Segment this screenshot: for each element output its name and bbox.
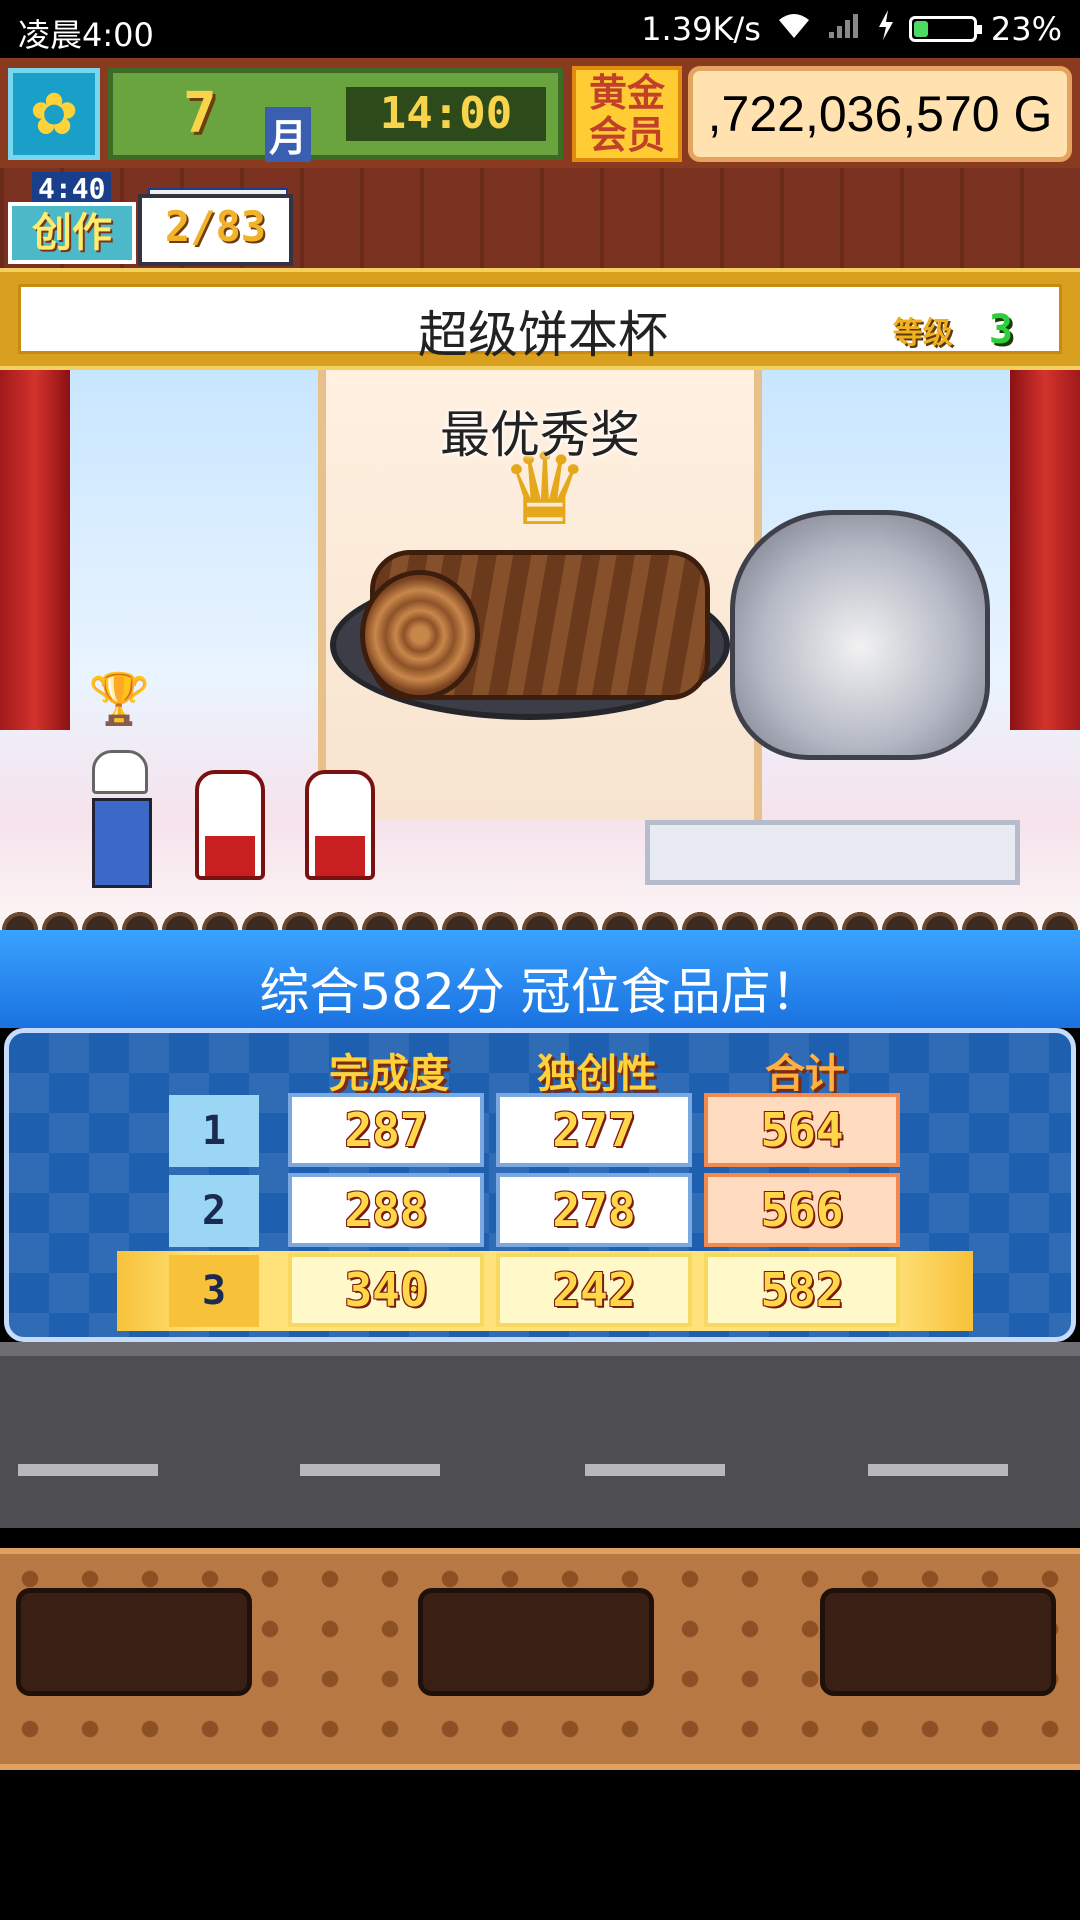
network-speed: 1.39K/s (641, 10, 761, 48)
score-cell: 287 (288, 1093, 484, 1167)
month-number: 7 (183, 81, 217, 146)
contest-banner-inner: 超级饼本杯 等级 3 (18, 284, 1062, 364)
award-title: 最优秀奖 (440, 406, 640, 464)
judge-character (305, 770, 375, 880)
gold-member-badge[interactable]: 黄金会员 (572, 66, 682, 162)
date-panel[interactable]: 7 月 14:00 (108, 68, 563, 162)
charging-icon (877, 10, 895, 48)
road-dash (868, 1464, 1008, 1476)
status-right: 1.39K/s 23% (641, 10, 1062, 48)
total-cell: 564 (704, 1093, 900, 1167)
wifi-icon (775, 10, 813, 48)
level-label: 等级 (892, 316, 953, 351)
header-originality: 独创性 (537, 1051, 657, 1097)
total-cell: 582 (704, 1253, 900, 1327)
rank-2: 2 (169, 1175, 259, 1247)
score-board: 完成度 独创性 合计 1 287 277 564 2 288 278 566 3… (4, 1028, 1076, 1342)
status-time: 凌晨4:00 (18, 16, 154, 54)
judge-character (195, 770, 265, 880)
game-clock: 14:00 (346, 87, 546, 141)
chef-character (92, 750, 152, 910)
score-cell: 242 (496, 1253, 692, 1327)
creation-count: 2/83 (138, 194, 293, 266)
month-label: 月 (265, 107, 312, 162)
creation-timer: 4:40 (32, 172, 112, 205)
award-stage: ♛ 🏆 最优秀奖 (0, 370, 1080, 930)
result-summary: 综合582分 冠位食品店！ (259, 963, 821, 1021)
contest-level: 等级 3 (893, 307, 1013, 353)
creation-label: 创作 (8, 202, 136, 264)
robot-mascot (730, 510, 990, 760)
score-cell: 278 (496, 1173, 692, 1247)
menu-button-right[interactable] (820, 1588, 1056, 1696)
level-value: 3 (988, 307, 1013, 353)
rank-1: 1 (169, 1095, 259, 1167)
menu-button-left[interactable] (16, 1588, 252, 1696)
header-total: 合计 (765, 1051, 845, 1097)
creation-widget[interactable]: 4:40 创作 2/83 (8, 172, 293, 267)
judge-table (645, 820, 1020, 885)
score-cell: 277 (496, 1093, 692, 1167)
chef-hat (92, 750, 148, 794)
header-completion: 完成度 (329, 1051, 449, 1097)
money-display: ,722,036,570 G (688, 66, 1072, 162)
contest-banner: 超级饼本杯 等级 3 (0, 268, 1080, 370)
road-dash (585, 1464, 725, 1476)
log-cake-end (360, 570, 480, 700)
road-dash (300, 1464, 440, 1476)
signal-icon (827, 10, 863, 48)
chef-body (92, 798, 152, 888)
trophy-icon: 🏆 (88, 670, 151, 728)
battery-fill (913, 21, 929, 37)
battery-percent: 23% (990, 10, 1062, 48)
sunflower-icon[interactable]: ✿ (8, 68, 100, 160)
rank-3: 3 (169, 1255, 259, 1327)
bottom-menu (0, 1548, 1080, 1770)
result-banner: 综合582分 冠位食品店！ (0, 930, 1080, 1028)
status-bar: 凌晨4:00 1.39K/s 23% (0, 0, 1080, 58)
top-hud: ✿ 7 月 14:00 黄金会员 ,722,036,570 G (0, 58, 1080, 168)
menu-button-center[interactable] (418, 1588, 654, 1696)
score-cell: 340 (288, 1253, 484, 1327)
total-cell: 566 (704, 1173, 900, 1247)
audience-crowd (0, 905, 1080, 930)
road-dash (18, 1464, 158, 1476)
road (0, 1342, 1080, 1528)
battery-icon (908, 16, 982, 42)
score-cell: 288 (288, 1173, 484, 1247)
